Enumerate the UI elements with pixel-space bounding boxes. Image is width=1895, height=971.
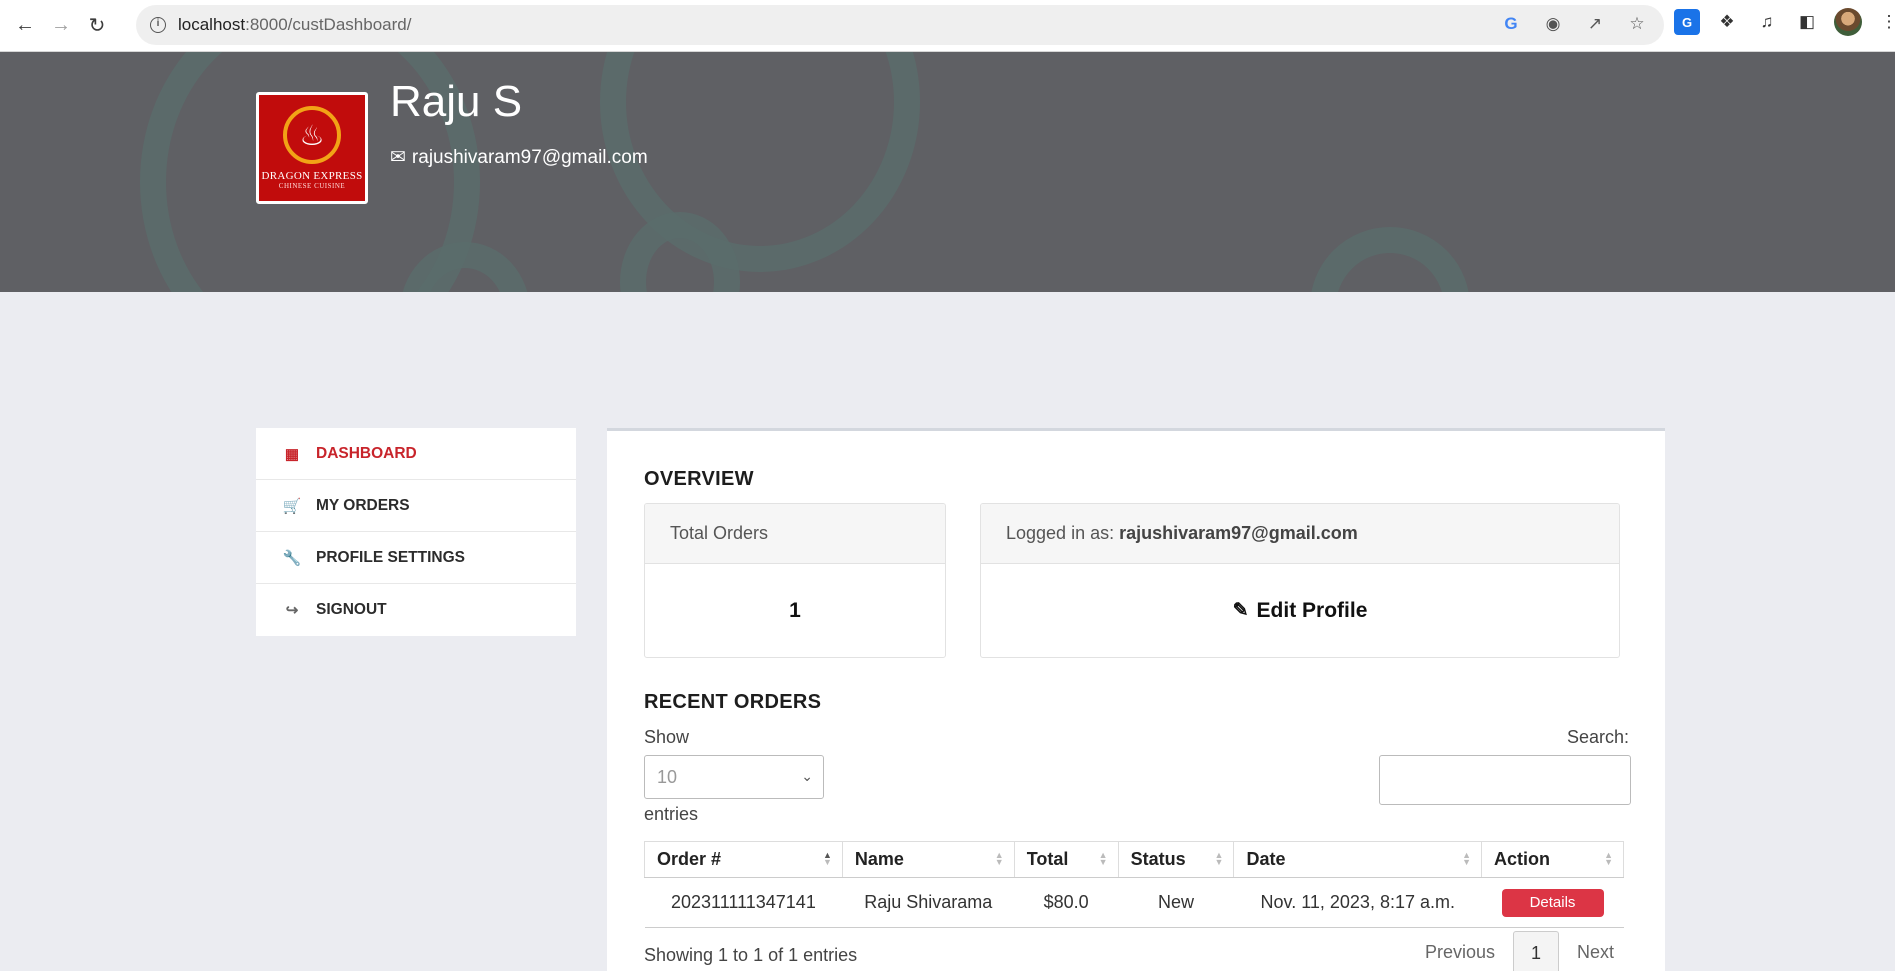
search-input[interactable] — [1379, 755, 1631, 805]
user-email-line: ✉ rajushivaram97@gmail.com — [390, 146, 648, 169]
order-status-cell: New — [1118, 877, 1234, 928]
logo-brand-text: DRAGON EXPRESS — [261, 170, 363, 182]
translate-extension-icon[interactable]: G — [1674, 9, 1700, 35]
column-label: Total — [1026, 849, 1069, 869]
edit-profile-label: Edit Profile — [1256, 598, 1368, 622]
column-header-name[interactable]: Name ▲ ▼ — [841, 841, 1015, 878]
table-row: 202311111347141 Raju Shivarama $80.0 New… — [644, 877, 1624, 928]
share-icon[interactable]: ↗ — [1584, 13, 1606, 35]
recent-orders-heading: RECENT ORDERS — [644, 691, 822, 713]
menu-kebab-icon[interactable]: ⋮ — [1876, 9, 1895, 35]
url-host: localhost — [178, 15, 246, 34]
column-label: Name — [854, 849, 904, 869]
chevron-down-icon: ⌄ — [801, 768, 813, 784]
order-action-cell: Details — [1481, 877, 1624, 928]
total-orders-card: Total Orders 1 — [644, 503, 946, 658]
column-header-total[interactable]: Total ▲ ▼ — [1013, 841, 1119, 878]
pagination: Previous 1 Next — [1407, 931, 1632, 971]
column-header-action[interactable]: Action ▲ ▼ — [1481, 841, 1624, 878]
signout-icon: ↪ — [285, 602, 299, 619]
order-date-cell: Nov. 11, 2023, 8:17 a.m. — [1233, 877, 1482, 928]
sidebar-item-my-orders[interactable]: 🛒 MY ORDERS — [256, 480, 576, 532]
puzzle-extensions-icon[interactable]: ❖ — [1714, 9, 1740, 35]
details-button[interactable]: Details — [1501, 888, 1604, 917]
pagination-next[interactable]: Next — [1559, 931, 1632, 971]
google-icon[interactable]: G — [1500, 13, 1522, 35]
logged-in-email: rajushivaram97@gmail.com — [1119, 523, 1358, 543]
column-label: Order # — [657, 849, 722, 869]
total-orders-label: Total Orders — [645, 504, 945, 564]
sidebar-item-profile-settings[interactable]: 🔧 PROFILE SETTINGS — [256, 532, 576, 584]
back-icon[interactable]: ← — [14, 14, 36, 37]
bookmark-star-icon[interactable]: ☆ — [1626, 13, 1648, 35]
order-name-cell: Raju Shivarama — [842, 877, 1015, 928]
logo-subtitle-text: CHINESE CUISINE — [278, 182, 346, 190]
wrench-icon: 🔧 — [282, 549, 302, 567]
sidebar-item-label: SIGNOUT — [316, 601, 387, 618]
total-orders-value: 1 — [789, 598, 801, 622]
table-header-row: Order # ▲ ▼ Name ▲ ▼ Total ▲ ▼ Status ▲ ▼ Date ▲ ▼… — [644, 841, 1624, 878]
site-info-icon[interactable]: i — [150, 17, 166, 33]
order-number-cell: 202311111347141 — [644, 877, 843, 928]
show-label: Show — [644, 727, 690, 747]
sort-icon: ▲ ▼ — [1214, 850, 1224, 867]
forward-icon[interactable]: → — [50, 14, 72, 37]
sidebar-item-label: DASHBOARD — [316, 444, 417, 462]
location-pin-icon[interactable]: ◉ — [1542, 13, 1564, 35]
user-email: rajushivaram97@gmail.com — [411, 146, 648, 168]
recent-orders-table: Order # ▲ ▼ Name ▲ ▼ Total ▲ ▼ Status ▲ ▼ Date ▲ ▼… — [644, 841, 1624, 928]
sort-icon: ▲ ▼ — [1462, 850, 1472, 867]
overview-heading: OVERVIEW — [644, 468, 754, 490]
dashboard-icon: ▦ — [284, 445, 300, 463]
sort-icon: ▲ ▼ — [994, 850, 1004, 867]
sort-icon: ▲ ▼ — [1604, 850, 1613, 867]
column-label: Action — [1494, 849, 1551, 869]
pagination-page-current[interactable]: 1 — [1513, 931, 1560, 971]
column-label: Date — [1246, 849, 1286, 869]
search-label: Search: — [1567, 727, 1630, 747]
edit-icon: ✎ — [1232, 600, 1249, 621]
side-panel-icon[interactable]: ◧ — [1794, 9, 1820, 35]
column-header-status[interactable]: Status ▲ ▼ — [1117, 841, 1235, 878]
sidebar-item-label: PROFILE SETTINGS — [316, 548, 465, 566]
table-info-text: Showing 1 to 1 of 1 entries — [644, 945, 858, 965]
sidebar-item-dashboard[interactable]: ▦ DASHBOARD — [256, 428, 576, 480]
pagination-previous[interactable]: Previous — [1407, 931, 1513, 971]
account-card: Logged in as: rajushivaram97@gmail.com ✎… — [980, 503, 1620, 658]
entries-label: entries — [644, 804, 699, 824]
logged-in-label: Logged in as: — [1006, 523, 1115, 543]
column-header-order-no[interactable]: Order # ▲ ▼ — [644, 841, 843, 878]
decorative-ring — [1310, 227, 1470, 292]
url-path: :8000/custDashboard/ — [245, 15, 412, 34]
sort-icon: ▲ ▼ — [1098, 850, 1108, 867]
sort-icon: ▲ ▼ — [822, 850, 832, 867]
cart-icon: 🛒 — [282, 497, 302, 515]
reload-icon[interactable]: ↻ — [86, 15, 108, 37]
user-name: Raju S — [390, 77, 523, 126]
order-total-cell: $80.0 — [1014, 877, 1119, 928]
profile-avatar[interactable] — [1834, 8, 1862, 36]
dashboard-sidebar: ▦ DASHBOARD 🛒 MY ORDERS 🔧 PROFILE SETTIN… — [256, 428, 576, 636]
sidebar-item-signout[interactable]: ↪ SIGNOUT — [256, 584, 576, 636]
page-size-select[interactable]: 10 ⌄ — [644, 755, 824, 799]
logged-in-line: Logged in as: rajushivaram97@gmail.com — [981, 504, 1619, 564]
sidebar-item-label: MY ORDERS — [316, 496, 410, 514]
profile-hero-banner: ♨ DRAGON EXPRESS CHINESE CUISINE Raju S … — [0, 52, 1895, 292]
column-label: Status — [1130, 849, 1186, 869]
edit-profile-link[interactable]: ✎ Edit Profile — [981, 564, 1619, 657]
page-size-value: 10 — [657, 766, 678, 787]
media-control-icon[interactable]: ♫ — [1754, 9, 1780, 35]
restaurant-logo: ♨ DRAGON EXPRESS CHINESE CUISINE — [256, 92, 368, 204]
envelope-icon: ✉ — [390, 147, 406, 168]
address-bar[interactable]: i localhost:8000/custDashboard/ G ◉ ↗ ☆ — [136, 5, 1664, 45]
wok-emblem-icon: ♨ — [283, 106, 341, 164]
dashboard-main-panel: OVERVIEW Total Orders 1 Logged in as: ra… — [607, 428, 1665, 971]
url-text[interactable]: localhost:8000/custDashboard/ — [178, 15, 411, 35]
browser-toolbar: ← → ↻ i localhost:8000/custDashboard/ G … — [0, 0, 1895, 52]
column-header-date[interactable]: Date ▲ ▼ — [1233, 841, 1483, 878]
